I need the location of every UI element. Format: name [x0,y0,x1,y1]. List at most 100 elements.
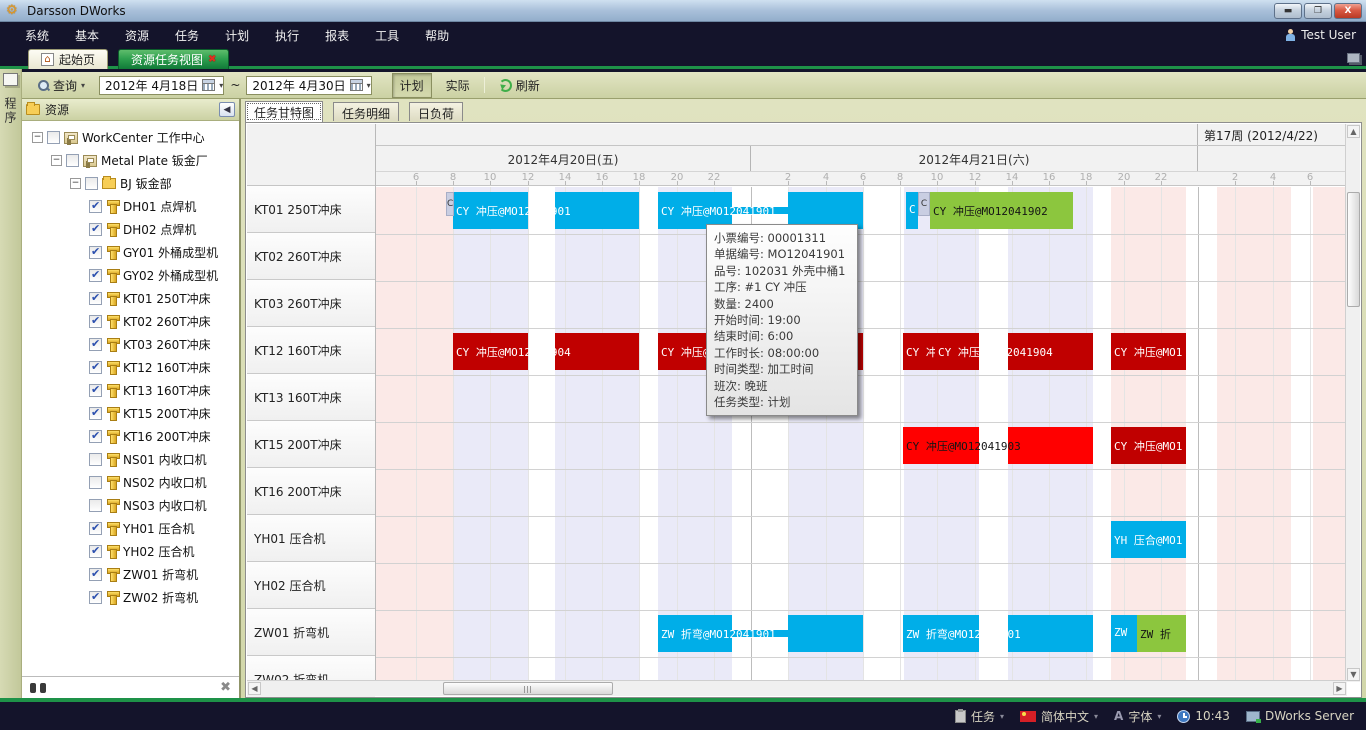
scroll-left-icon[interactable]: ◀ [248,682,261,695]
tree-expander-icon[interactable]: − [70,178,81,189]
gantt-horizontal-scrollbar[interactable]: ◀ ▶ [247,680,1347,696]
constraint-marker[interactable]: C [918,192,930,216]
dropdown-caret-icon[interactable]: ▾ [1000,712,1004,721]
tree-item[interactable]: NS02 内收口机 [22,471,239,494]
status-clipboard[interactable]: 任务▾ [955,708,1004,725]
tree-checkbox[interactable] [89,361,102,374]
tree-checkbox[interactable] [89,384,102,397]
tree-item[interactable]: GY01 外桶成型机 [22,241,239,264]
tree-checkbox[interactable] [47,131,60,144]
clear-icon[interactable]: ✖ [220,680,231,695]
tree-item[interactable]: GY02 外桶成型机 [22,264,239,287]
date-to-field[interactable]: 2012年 4月30日 ▾ [246,76,371,95]
tree-checkbox[interactable] [89,246,102,259]
menu-item-报表[interactable]: 报表 [312,23,362,48]
dropdown-caret-icon[interactable]: ▾ [1094,712,1098,721]
tree-item[interactable]: −BJ 钣金部 [22,172,239,195]
tree-checkbox[interactable] [89,223,102,236]
date-from-caret-icon[interactable]: ▾ [219,81,223,90]
menu-item-计划[interactable]: 计划 [212,23,262,48]
tree-item[interactable]: ZW02 折弯机 [22,586,239,609]
tree-checkbox[interactable] [89,200,102,213]
tree-checkbox[interactable] [89,338,102,351]
date-to-caret-icon[interactable]: ▾ [367,81,371,90]
tree-checkbox[interactable] [89,315,102,328]
tree-item[interactable]: YH02 压合机 [22,540,239,563]
tree-item[interactable]: YH01 压合机 [22,517,239,540]
dropdown-caret-icon[interactable]: ▾ [1157,712,1161,721]
tree-item[interactable]: KT16 200T冲床 [22,425,239,448]
menu-item-任务[interactable]: 任务 [162,23,212,48]
tree-expander-icon[interactable]: − [32,132,43,143]
user-box[interactable]: Test User [1285,22,1356,48]
vertical-scroll-thumb[interactable] [1347,192,1360,307]
menu-item-系统[interactable]: 系统 [12,23,62,48]
pages-icon[interactable] [3,73,18,86]
calendar-icon[interactable] [202,79,215,91]
tree-item[interactable]: KT12 160T冲床 [22,356,239,379]
scroll-right-icon[interactable]: ▶ [1333,682,1346,695]
query-button[interactable]: 查询 ▾ [30,73,93,98]
tree-item[interactable]: KT01 250T冲床 [22,287,239,310]
tree-checkbox[interactable] [89,292,102,305]
collapse-panel-button[interactable]: ◀ [219,102,235,117]
menu-item-帮助[interactable]: 帮助 [412,23,462,48]
status-clock[interactable]: 10:43 [1177,709,1230,723]
tree-item[interactable]: ZW01 折弯机 [22,563,239,586]
restore-button[interactable]: ❐ [1304,3,1332,19]
tree-checkbox[interactable] [85,177,98,190]
tab-resource-task-view[interactable]: 资源任务视图 ✖ [118,49,229,69]
tree-item[interactable]: −Metal Plate 钣金厂 [22,149,239,172]
status-font[interactable]: A字体▾ [1114,708,1161,725]
menu-item-资源[interactable]: 资源 [112,23,162,48]
tree-checkbox[interactable] [89,522,102,535]
tree-expander-icon[interactable]: − [51,155,62,166]
tree-checkbox[interactable] [66,154,79,167]
view-tab-2[interactable]: 任务明细 [333,102,399,121]
tree-checkbox[interactable] [89,269,102,282]
plan-toggle-button[interactable]: 计划 [392,73,432,98]
minimize-button[interactable]: ▬ [1274,3,1302,19]
view-tab-3[interactable]: 日负荷 [409,102,463,121]
menu-item-执行[interactable]: 执行 [262,23,312,48]
scroll-down-icon[interactable]: ▼ [1347,668,1360,681]
view-tab-1[interactable]: 任务甘特图 [245,101,323,122]
tree-checkbox[interactable] [89,407,102,420]
actual-toggle-button[interactable]: 实际 [438,73,478,98]
horizontal-scroll-thumb[interactable] [443,682,613,695]
tree-item[interactable]: NS01 内收口机 [22,448,239,471]
tree-item[interactable]: DH01 点焊机 [22,195,239,218]
status-server[interactable]: DWorks Server [1246,709,1354,723]
tree-item[interactable]: KT02 260T冲床 [22,310,239,333]
calendar-icon[interactable] [350,79,363,91]
refresh-button[interactable]: 刷新 [491,73,548,98]
tree-checkbox[interactable] [89,476,102,489]
gantt-vertical-scrollbar[interactable]: ▲ ▼ [1345,124,1360,682]
scroll-up-icon[interactable]: ▲ [1347,125,1360,138]
tree-item[interactable]: KT03 260T冲床 [22,333,239,356]
tree-checkbox[interactable] [89,430,102,443]
tree-item[interactable]: NS03 内收口机 [22,494,239,517]
date-from-field[interactable]: 2012年 4月18日 ▾ [99,76,224,95]
status-flag[interactable]: 简体中文▾ [1020,708,1098,725]
menu-item-工具[interactable]: 工具 [362,23,412,48]
tree-item[interactable]: DH02 点焊机 [22,218,239,241]
tree-checkbox[interactable] [89,453,102,466]
tree-item[interactable]: KT13 160T冲床 [22,379,239,402]
window-list-icon[interactable] [1347,53,1360,63]
program-panel-tab[interactable]: 程序 [2,97,19,125]
tree-checkbox[interactable] [89,591,102,604]
find-icon[interactable] [30,683,46,693]
menu-item-基本[interactable]: 基本 [62,23,112,48]
close-button[interactable]: X [1334,3,1362,19]
resource-panel-title: 资源 [45,101,214,118]
tree-item[interactable]: KT15 200T冲床 [22,402,239,425]
tree-checkbox[interactable] [89,499,102,512]
date-range-separator: ~ [230,78,240,92]
tree-item[interactable]: −WorkCenter 工作中心 [22,126,239,149]
tree-checkbox[interactable] [89,545,102,558]
tree-checkbox[interactable] [89,568,102,581]
tab-close-icon[interactable]: ✖ [208,54,216,65]
tree-item-label: DH01 点焊机 [123,198,196,215]
tab-home-page[interactable]: ⌂ 起始页 [28,49,108,69]
